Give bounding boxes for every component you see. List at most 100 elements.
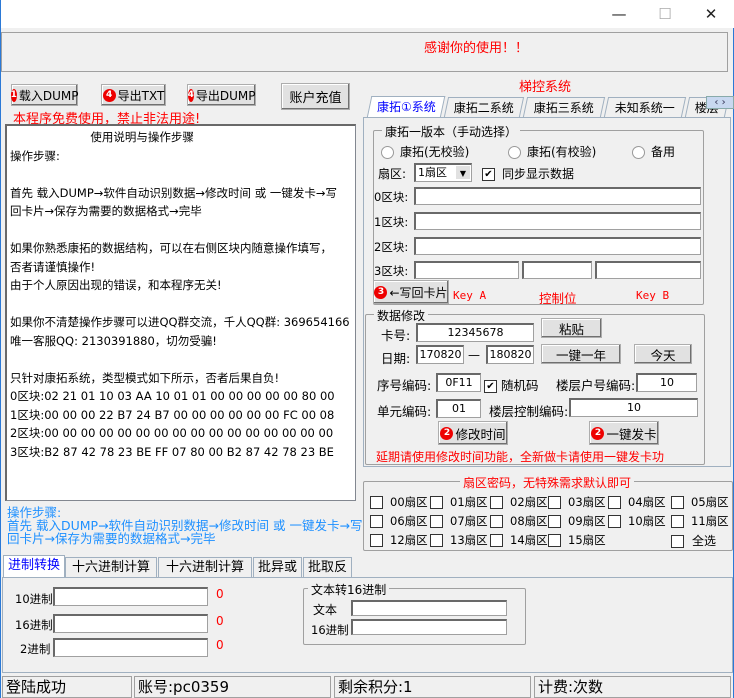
floor-control-code-input[interactable]: 10 [569, 398, 698, 417]
sector-checkbox-11[interactable]: 11扇区 [671, 513, 729, 529]
today-button[interactable]: 今天 [634, 344, 692, 364]
sector-label: 15扇区 [568, 533, 606, 547]
sector-checkbox-13[interactable]: 13扇区 [430, 532, 488, 548]
random-code-checkbox[interactable]: ✔ 随机码 [484, 375, 539, 394]
text-hex-input[interactable] [351, 619, 507, 635]
control-bits-label: 控制位 [539, 291, 577, 306]
sync-checkbox[interactable]: ✔ 同步显示数据 [482, 165, 574, 182]
sector-checkbox-01[interactable]: 01扇区 [430, 494, 488, 510]
number-3-icon: 3 [374, 285, 388, 299]
number-2-icon: 2 [591, 426, 605, 440]
date-from-input[interactable]: 170820 [416, 345, 464, 364]
one-year-button[interactable]: 一键一年 [541, 344, 621, 364]
card-number-input[interactable]: 12345678 [416, 323, 534, 342]
sector-checkbox-09[interactable]: 09扇区 [548, 513, 606, 529]
radio-backup[interactable]: 备用 [632, 143, 675, 160]
sector-checkbox-15[interactable]: 15扇区 [548, 532, 606, 548]
text-input[interactable] [351, 600, 507, 616]
minimize-button[interactable]: — [601, 4, 637, 24]
data-modify-label: 数据修改 [374, 307, 429, 324]
number-2-icon: 2 [440, 426, 454, 440]
tab-unknown-1[interactable]: 未知系统一 [603, 97, 687, 117]
tab-hex-calc-2[interactable]: 十六进制计算 [158, 557, 252, 578]
sector-checkbox-07[interactable]: 07扇区 [430, 513, 488, 529]
sector-label: 扇区: [378, 167, 407, 181]
recharge-button[interactable]: 账户充值 [281, 83, 350, 110]
tab-batch-not[interactable]: 批取反 [303, 557, 352, 578]
load-dump-label: 载入DUMP [18, 88, 79, 103]
chevron-down-icon: ▼ [456, 166, 470, 179]
date-separator: — [468, 348, 480, 362]
sector-checkbox-02[interactable]: 02扇区 [490, 494, 548, 510]
block-3-control-input[interactable] [522, 261, 592, 279]
banner-text: 感谢你的使用！！ [424, 41, 529, 56]
issue-card-button[interactable]: 2 一键发卡 [589, 421, 659, 445]
date-to-input[interactable]: 180820 [486, 345, 534, 364]
sector-label: 08扇区 [510, 514, 548, 528]
sector-select[interactable]: 1扇区 ▼ [414, 163, 472, 182]
sector-checkbox-06[interactable]: 06扇区 [370, 513, 428, 529]
load-dump-button[interactable]: 1 载入DUMP [10, 84, 79, 106]
decimal-length: 0 [216, 587, 224, 601]
hex-label: 16进制 [15, 618, 53, 632]
unit-code-label: 单元编码: [377, 404, 432, 419]
tab-hex-calc-1[interactable]: 十六进制计算 [65, 557, 157, 578]
tab-base-convert[interactable]: 进制转换 [3, 555, 65, 578]
sector-label: 00扇区 [390, 495, 428, 509]
block-0-input[interactable] [414, 187, 701, 205]
tab-kangtuo-1[interactable]: 康拓①系统 [366, 96, 446, 118]
block-3-key-b-input[interactable] [595, 261, 701, 279]
unit-code-input[interactable]: 01 [436, 399, 481, 418]
text-to-hex-label: 文本转16进制 [308, 581, 390, 598]
maximize-button[interactable]: ☐ [647, 4, 683, 24]
status-account: 账号:pc0359 [134, 676, 331, 698]
modify-note: 延期请使用修改时间功能，全新做卡请使用一键发卡功 [376, 450, 665, 464]
elevator-system-title: 梯控系统 [519, 80, 572, 95]
serial-code-input[interactable]: 0F11 [436, 373, 481, 392]
decimal-input[interactable] [53, 587, 208, 606]
floor-room-code-input[interactable]: 10 [636, 373, 697, 392]
block-2-input[interactable] [414, 237, 701, 255]
binary-label: 2进制 [20, 642, 51, 656]
sector-checkbox-14[interactable]: 14扇区 [490, 532, 548, 548]
sector-checkbox-00[interactable]: 00扇区 [370, 494, 428, 510]
sector-checkbox-03[interactable]: 03扇区 [548, 494, 606, 510]
modify-time-button[interactable]: 2 修改时间 [438, 421, 508, 445]
paste-button[interactable]: 粘贴 [541, 318, 602, 338]
write-back-button[interactable]: 3 ←写回卡片 [373, 280, 449, 304]
instructions-textarea[interactable]: 使用说明与操作步骤 操作步骤: 首先 载入DUMP→软件自动识别数据→修改时间 … [5, 124, 356, 501]
sector-label: 12扇区 [390, 533, 428, 547]
block-3-key-a-input[interactable] [414, 261, 519, 279]
hex-input[interactable] [53, 614, 208, 633]
date-label: 日期: [381, 351, 411, 366]
tab-kangtuo-3[interactable]: 康拓三系统 [522, 97, 606, 117]
sector-label: 09扇区 [568, 514, 606, 528]
export-dump-button[interactable]: 4 导出DUMP [187, 84, 256, 106]
floor-room-code-label: 楼层户号编码: [556, 378, 636, 393]
sector-label: 10扇区 [628, 514, 666, 528]
select-all-checkbox[interactable]: 全选 [671, 532, 716, 549]
sector-checkbox-04[interactable]: 04扇区 [608, 494, 666, 510]
key-b-label: Key B [636, 289, 670, 302]
sector-checkbox-08[interactable]: 08扇区 [490, 513, 548, 529]
sector-checkbox-12[interactable]: 12扇区 [370, 532, 428, 548]
tab-kangtuo-2[interactable]: 康拓二系统 [443, 97, 525, 117]
text-hex-label: 16进制 [311, 623, 349, 637]
sector-label: 03扇区 [568, 495, 606, 509]
binary-input[interactable] [53, 638, 208, 657]
block-1-label: 1区块: [374, 215, 409, 229]
sector-label: 05扇区 [691, 495, 729, 509]
export-txt-button[interactable]: 4 导出TXT [101, 84, 166, 106]
radio-no-check[interactable]: 康拓(无校验) [381, 143, 469, 160]
tab-scroll-arrows[interactable]: ‹ › [706, 96, 734, 109]
block-1-input[interactable] [414, 212, 701, 230]
status-billing: 计费:次数 [534, 676, 731, 698]
close-button[interactable]: ✕ [693, 4, 729, 24]
number-4-icon: 4 [187, 88, 194, 102]
radio-with-check[interactable]: 康拓(有校验) [508, 143, 596, 160]
sector-checkbox-10[interactable]: 10扇区 [608, 513, 666, 529]
sector-checkbox-05[interactable]: 05扇区 [671, 494, 729, 510]
tab-batch-xor[interactable]: 批异或 [253, 557, 302, 578]
number-4-icon: 4 [102, 88, 116, 102]
sector-label: 14扇区 [510, 533, 548, 547]
